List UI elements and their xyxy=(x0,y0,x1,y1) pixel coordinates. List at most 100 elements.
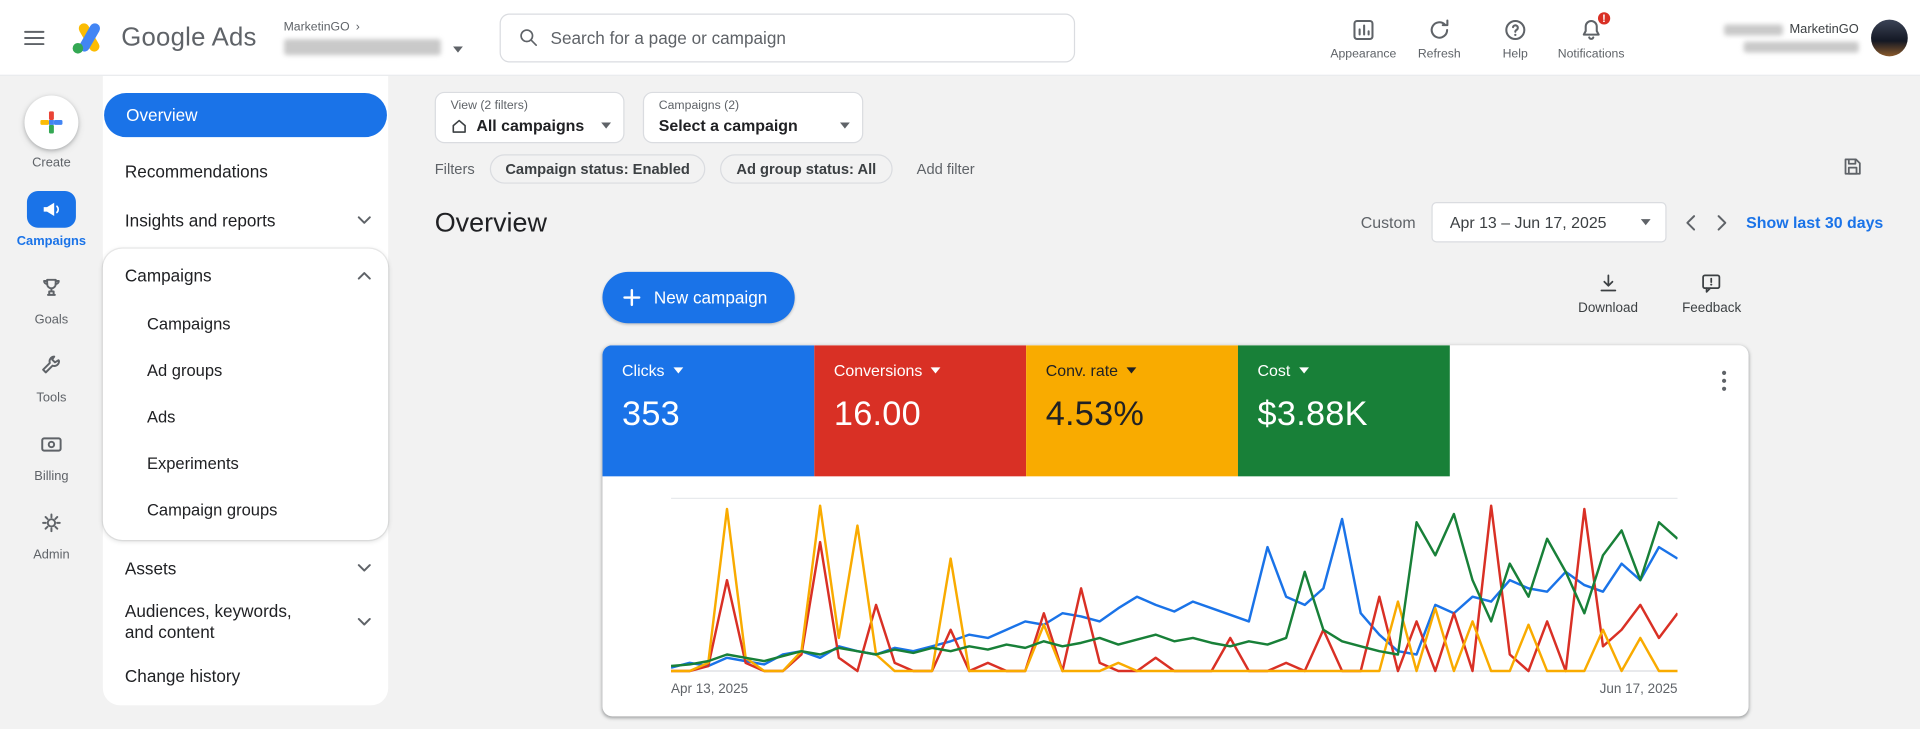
campaign-select-dropdown[interactable]: Campaigns (2) Select a campaign xyxy=(642,91,864,144)
download-icon xyxy=(1600,274,1616,292)
top-app-bar: Google Ads MarketinGO › Search for a pag… xyxy=(0,0,1920,76)
chevron-up-icon xyxy=(357,272,371,280)
google-ads-app: Google Ads MarketinGO › Search for a pag… xyxy=(0,0,1920,729)
sidebar-item-ad-groups[interactable]: Ad groups xyxy=(103,347,388,394)
notification-badge: ! xyxy=(1595,9,1613,27)
primary-nav-rail: Create Campaigns Goals Tools Billing Adm… xyxy=(0,76,103,729)
campaigns-megaphone-icon xyxy=(43,202,59,217)
metric-label: Conv. rate xyxy=(1045,361,1118,380)
chevron-left-icon xyxy=(1686,214,1696,230)
sidebar-item-campaigns-section[interactable]: Campaigns xyxy=(103,251,388,300)
sidebar-item-experiments[interactable]: Experiments xyxy=(103,440,388,487)
card-more-options-button[interactable] xyxy=(1717,365,1732,403)
rail-item-tools[interactable]: Tools xyxy=(27,348,76,405)
save-filter-button[interactable] xyxy=(1842,155,1864,183)
chevron-down-icon xyxy=(1640,219,1651,226)
chevron-down-icon xyxy=(601,122,612,129)
view-filter-dropdown[interactable]: View (2 filters) All campaigns xyxy=(434,91,625,144)
profile-org-label: MarketinGO xyxy=(1789,22,1859,37)
goals-trophy-icon xyxy=(43,278,60,296)
chevron-down-icon xyxy=(673,367,683,374)
filter-chip-ad-group-status[interactable]: Ad group status: All xyxy=(720,154,893,184)
sidebar-item-overview[interactable]: Overview xyxy=(104,93,387,138)
secondary-sidebar: Overview Recommendations Insights and re… xyxy=(102,75,389,706)
redacted-profile-email xyxy=(1743,41,1859,53)
filters-label: Filters xyxy=(434,160,475,178)
refresh-button[interactable]: Refresh xyxy=(1401,13,1477,61)
metric-value: 4.53% xyxy=(1045,394,1145,433)
create-button[interactable]: Create xyxy=(24,95,79,170)
page-title: Overview xyxy=(434,206,547,237)
help-icon xyxy=(1505,19,1526,41)
metric-card[interactable]: Cost $3.88K xyxy=(1237,345,1450,477)
metric-card[interactable]: Conv. rate 4.53% xyxy=(1026,345,1238,477)
chevron-down-icon xyxy=(357,216,371,224)
breadcrumb-chevron-icon: › xyxy=(355,20,360,34)
billing-icon xyxy=(41,437,62,452)
date-range-dropdown[interactable]: Apr 13 – Jun 17, 2025 xyxy=(1431,202,1667,243)
notifications-button[interactable]: ! Notifications xyxy=(1553,9,1629,61)
account-switcher[interactable]: MarketinGO › xyxy=(283,20,463,55)
chevron-down-icon xyxy=(357,564,371,572)
view-filter-row: View (2 filters) All campaigns Campaigns… xyxy=(434,91,1920,144)
rail-item-goals[interactable]: Goals xyxy=(27,269,76,327)
redacted-account-id xyxy=(283,38,441,55)
help-button[interactable]: Help xyxy=(1477,13,1553,61)
metric-label: Cost xyxy=(1257,361,1291,380)
date-range-controls: Custom Apr 13 – Jun 17, 2025 Show last 3… xyxy=(1360,202,1883,243)
avatar[interactable] xyxy=(1871,18,1908,56)
filter-chip-campaign-status[interactable]: Campaign status: Enabled xyxy=(489,154,706,184)
campaign-home-icon xyxy=(452,119,466,133)
sidebar-item-audiences-keywords-content[interactable]: Audiences, keywords, and content xyxy=(103,593,388,652)
admin-gear-icon xyxy=(42,513,61,533)
sidebar-item-change-history[interactable]: Change history xyxy=(103,651,388,700)
rail-item-admin[interactable]: Admin xyxy=(27,504,76,562)
rail-item-campaigns[interactable]: Campaigns xyxy=(17,191,86,249)
chevron-down-icon xyxy=(1126,367,1137,374)
date-mode-label: Custom xyxy=(1360,213,1416,232)
rail-item-billing[interactable]: Billing xyxy=(27,426,76,484)
save-icon xyxy=(1844,157,1861,174)
add-filter-button[interactable]: Add filter xyxy=(917,160,975,177)
chevron-down-icon xyxy=(1298,367,1309,374)
google-ads-logo: Google Ads xyxy=(69,19,257,56)
account-breadcrumb: MarketinGO xyxy=(283,20,350,34)
appearance-button[interactable]: Appearance xyxy=(1325,13,1401,61)
metric-card[interactable]: Clicks 353 xyxy=(602,345,815,477)
x-axis-end-label: Jun 17, 2025 xyxy=(1599,682,1678,697)
sidebar-item-assets[interactable]: Assets xyxy=(103,544,388,593)
download-button[interactable]: Download xyxy=(1578,272,1638,316)
time-series-chart: Apr 13, 2025 Jun 17, 2025 xyxy=(602,476,1748,697)
sidebar-item-campaign-groups[interactable]: Campaign groups xyxy=(103,486,388,533)
next-period-button[interactable] xyxy=(1714,211,1730,233)
campaign-actions-row: New campaign Download Feedback xyxy=(435,271,1920,324)
metric-card[interactable]: Conversions 16.00 xyxy=(814,345,1027,477)
sidebar-item-ads[interactable]: Ads xyxy=(103,393,388,440)
chart-x-axis-labels: Apr 13, 2025 Jun 17, 2025 xyxy=(671,682,1678,697)
profile-menu[interactable]: MarketinGO xyxy=(1724,18,1908,56)
redacted-profile-name xyxy=(1724,23,1784,35)
brand-title: Google Ads xyxy=(121,22,257,51)
new-campaign-button[interactable]: New campaign xyxy=(602,271,795,324)
main-content: View (2 filters) All campaigns Campaigns… xyxy=(434,76,1920,729)
chevron-down-icon xyxy=(452,45,463,53)
hamburger-menu-icon[interactable] xyxy=(0,0,69,75)
chevron-right-icon xyxy=(1717,214,1727,230)
metric-label: Conversions xyxy=(833,361,923,380)
page-header: Overview Custom Apr 13 – Jun 17, 2025 Sh… xyxy=(434,202,1920,243)
sidebar-item-recommendations[interactable]: Recommendations xyxy=(103,147,388,196)
create-plus-icon xyxy=(40,111,63,134)
metric-label: Clicks xyxy=(622,361,665,380)
plus-icon xyxy=(623,288,641,307)
show-last-30-days-link[interactable]: Show last 30 days xyxy=(1746,213,1883,231)
google-ads-triangle-icon xyxy=(72,22,101,53)
sidebar-item-insights-and-reports[interactable]: Insights and reports xyxy=(103,196,388,245)
filters-bar: Filters Campaign status: Enabled Ad grou… xyxy=(434,154,1920,184)
metric-value: 353 xyxy=(622,394,680,433)
previous-period-button[interactable] xyxy=(1682,211,1698,233)
chevron-down-icon xyxy=(357,618,371,626)
sidebar-item-campaigns[interactable]: Campaigns xyxy=(103,300,388,347)
chevron-down-icon xyxy=(930,367,941,374)
search-input[interactable] xyxy=(550,27,1057,48)
feedback-button[interactable]: Feedback xyxy=(1682,272,1741,316)
